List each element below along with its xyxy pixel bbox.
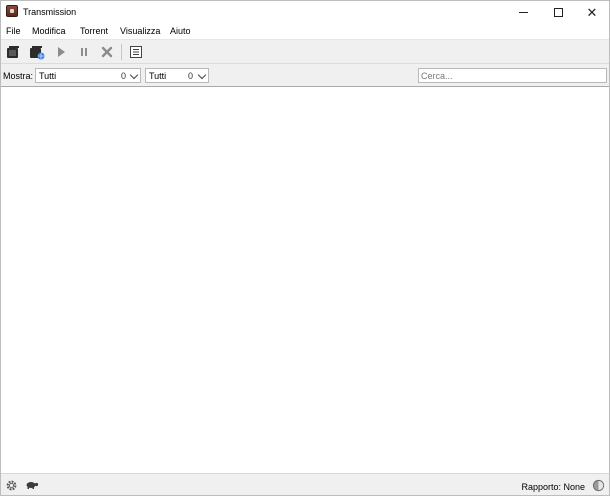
options-button[interactable] bbox=[4, 478, 18, 492]
search-input[interactable] bbox=[418, 68, 607, 83]
chevron-down-icon bbox=[197, 70, 207, 80]
tracker-filter-select[interactable]: Tutti 0 bbox=[145, 68, 209, 83]
tracker-filter-value: Tutti bbox=[149, 71, 167, 81]
maximize-icon bbox=[553, 7, 563, 17]
close-icon: ✕ bbox=[586, 4, 598, 20]
pause-button[interactable] bbox=[75, 43, 93, 61]
title-bar: Transmission ✕ bbox=[1, 1, 609, 23]
filter-label: Mostra: bbox=[3, 71, 34, 81]
open-url-button[interactable] bbox=[28, 43, 46, 61]
status-bar: Rapporto: None bbox=[1, 473, 609, 495]
pause-icon bbox=[81, 48, 87, 56]
filter-bar: Mostra: Tutti 0 Tutti 0 bbox=[1, 64, 609, 87]
turtle-icon bbox=[26, 482, 39, 489]
minimize-button[interactable] bbox=[506, 1, 540, 23]
gear-icon bbox=[6, 480, 16, 490]
menu-bar: File Modifica Torrent Visualizza Aiuto bbox=[1, 23, 609, 39]
menu-aiuto[interactable]: Aiuto bbox=[170, 26, 191, 36]
start-button[interactable] bbox=[52, 43, 70, 61]
activity-filter-select[interactable]: Tutti 0 bbox=[35, 68, 141, 83]
menu-file[interactable]: File bbox=[6, 26, 21, 36]
start-icon bbox=[58, 47, 65, 57]
open-url-icon bbox=[30, 46, 45, 60]
torrent-list[interactable] bbox=[1, 87, 609, 473]
menu-torrent[interactable]: Torrent bbox=[80, 26, 108, 36]
app-icon bbox=[6, 5, 18, 17]
minimize-icon bbox=[518, 11, 528, 13]
open-torrent-icon bbox=[7, 46, 19, 58]
remove-icon bbox=[101, 46, 113, 58]
properties-icon bbox=[130, 46, 142, 58]
transmission-window: Transmission ✕ File Modifica Torrent Vis… bbox=[0, 0, 610, 496]
toolbar bbox=[1, 39, 609, 64]
window-title: Transmission bbox=[23, 7, 77, 17]
speed-limit-button[interactable] bbox=[25, 478, 39, 492]
ratio-label: Rapporto: None bbox=[521, 482, 585, 492]
chevron-down-icon bbox=[129, 70, 139, 80]
remove-button[interactable] bbox=[98, 43, 116, 61]
activity-filter-count: 0 bbox=[121, 71, 127, 81]
properties-button[interactable] bbox=[127, 43, 145, 61]
close-button[interactable]: ✕ bbox=[575, 1, 609, 23]
maximize-button[interactable] bbox=[541, 1, 575, 23]
menu-visualizza[interactable]: Visualizza bbox=[120, 26, 160, 36]
ratio-toggle-button[interactable] bbox=[591, 478, 605, 492]
toolbar-separator bbox=[121, 44, 122, 60]
open-torrent-button[interactable] bbox=[4, 43, 22, 61]
activity-filter-value: Tutti bbox=[39, 71, 57, 81]
menu-modifica[interactable]: Modifica bbox=[32, 26, 66, 36]
ratio-icon bbox=[592, 479, 604, 491]
tracker-filter-count: 0 bbox=[188, 71, 194, 81]
